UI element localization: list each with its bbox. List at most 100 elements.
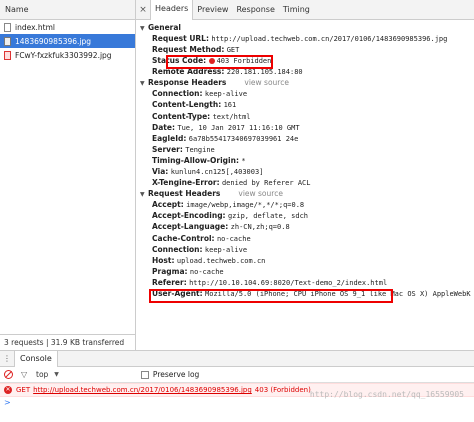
- expand-triangle-icon: ▼: [140, 25, 145, 32]
- section-title: Request Headers: [148, 189, 221, 199]
- error-icon: ✕: [4, 386, 12, 394]
- header-key: Request Method:: [152, 45, 225, 55]
- header-key: Accept-Language:: [152, 222, 229, 232]
- header-value: 220.181.105.184:80: [226, 68, 303, 77]
- header-value: zh-CN,zh;q=0.8: [230, 223, 290, 232]
- request-headers-section-header[interactable]: ▼ Request Headers view source: [136, 188, 474, 199]
- general-section-header[interactable]: ▼ General: [136, 22, 474, 33]
- header-key: Accept-Encoding:: [152, 211, 226, 221]
- name-header-label: Name: [5, 5, 29, 14]
- referer-value: http://10.10.104.69:8020/Text-demo_2/ind…: [189, 278, 388, 287]
- tab-console[interactable]: Console: [14, 350, 58, 367]
- request-item-label: 1483690985396.jpg: [15, 36, 92, 46]
- header-key: EagleId:: [152, 133, 187, 143]
- header-row: Date: Tue, 10 Jan 2017 11:16:10 GMT: [136, 122, 474, 133]
- header-row: Connection: keep-alive: [136, 244, 474, 255]
- watermark: http://blog.csdn.net/qq_16559905: [309, 390, 464, 399]
- header-row: Via: kunlun4.cn125[,403003]: [136, 166, 474, 177]
- detail-tabs: × Headers Preview Response Timing: [136, 0, 474, 20]
- header-value: Tue, 10 Jan 2017 11:16:10 GMT: [177, 123, 300, 132]
- header-value: upload.techweb.com.cn: [176, 256, 266, 265]
- chevron-down-icon[interactable]: ▼: [54, 371, 59, 378]
- console-toolbar: ▽ top ▼ Preserve log: [0, 367, 474, 383]
- response-headers-section-header[interactable]: ▼ Response Headers view source: [136, 77, 474, 88]
- header-row: Server: Tengine: [136, 144, 474, 155]
- header-row: Request URL: http://upload.techweb.com.c…: [136, 33, 474, 44]
- header-row: Pragma: no-cache: [136, 266, 474, 277]
- section-title: Response Headers: [148, 78, 227, 88]
- console-tabbar: ⋮ Console: [0, 350, 474, 367]
- header-row: Cache-Control: no-cache: [136, 233, 474, 244]
- header-row: Host: upload.techweb.com.cn: [136, 255, 474, 266]
- request-item-label: index.html: [15, 22, 55, 32]
- expand-triangle-icon: ▼: [140, 80, 145, 88]
- header-value: http://upload.techweb.com.cn/2017/0106/1…: [211, 35, 448, 43]
- section-title: General: [148, 23, 181, 32]
- name-column-header[interactable]: Name: [0, 0, 135, 20]
- image-file-icon: [4, 50, 11, 60]
- header-row: Accept-Encoding: gzip, deflate, sdch: [136, 210, 474, 221]
- referer-highlight: [149, 289, 393, 303]
- close-icon[interactable]: ×: [136, 5, 150, 15]
- header-row: EagleId: 6a78b55417340697039961 24e: [136, 133, 474, 144]
- error-method: GET: [16, 386, 31, 394]
- tab-response[interactable]: Response: [232, 0, 278, 20]
- request-item[interactable]: FCwY-fxzkfuk3303992.jpg: [0, 48, 135, 62]
- header-row: Timing-Allow-Origin: *: [136, 155, 474, 166]
- preserve-log-label: Preserve log: [152, 370, 200, 379]
- clear-console-icon[interactable]: [4, 370, 13, 379]
- error-url-link[interactable]: http://upload.techweb.com.cn/2017/0106/1…: [33, 386, 252, 394]
- header-key: Content-Length:: [152, 100, 222, 110]
- header-value: keep-alive: [204, 90, 248, 99]
- console-drawer: ⋮ Console ▽ top ▼ Preserve log ✕ GET htt…: [0, 350, 474, 422]
- header-row: Connection: keep-alive: [136, 88, 474, 99]
- drawer-menu-icon[interactable]: ⋮: [0, 354, 14, 363]
- header-value: 161: [223, 101, 237, 110]
- header-key: Connection:: [152, 89, 203, 99]
- header-row: Referer: http://10.10.104.69:8020/Text-d…: [136, 277, 474, 288]
- header-key: Date:: [152, 122, 175, 132]
- header-row: Content-Type: text/html: [136, 111, 474, 122]
- tab-preview[interactable]: Preview: [193, 0, 232, 20]
- request-item-label: FCwY-fxzkfuk3303992.jpg: [15, 50, 112, 60]
- tab-timing[interactable]: Timing: [279, 0, 314, 20]
- header-key: Content-Type:: [152, 111, 211, 121]
- header-value: 6a78b55417340697039961 24e: [188, 134, 299, 143]
- view-source-link[interactable]: view source: [244, 78, 289, 87]
- preserve-log-checkbox[interactable]: [140, 370, 149, 379]
- network-summary-text: 3 requests | 31.9 KB transferred: [4, 338, 125, 347]
- header-key: Accept:: [152, 200, 184, 210]
- request-item[interactable]: index.html: [0, 20, 135, 34]
- header-value: GET: [226, 46, 240, 55]
- image-file-icon: [4, 36, 11, 46]
- context-selector[interactable]: top: [36, 370, 48, 379]
- header-value: text/html: [212, 112, 251, 121]
- header-key: Pragma:: [152, 266, 188, 276]
- header-key: Request URL:: [152, 34, 209, 43]
- header-row: X-Tengine-Error: denied by Referer ACL: [136, 177, 474, 188]
- filter-icon[interactable]: ▽: [21, 370, 30, 379]
- network-request-list: Name index.html 1483690985396.jpg FCwY-f…: [0, 0, 136, 350]
- header-key: Via:: [152, 167, 169, 177]
- header-key: Server:: [152, 144, 183, 154]
- error-status: 403 (Forbidden): [254, 386, 311, 394]
- header-row: Accept-Language: zh-CN,zh;q=0.8: [136, 221, 474, 232]
- html-file-icon: [4, 22, 11, 32]
- status-code-highlight: [166, 55, 273, 69]
- tab-headers[interactable]: Headers: [150, 0, 194, 20]
- header-value: denied by Referer ACL: [221, 179, 311, 188]
- view-source-link[interactable]: view source: [238, 189, 283, 198]
- header-key: X-Tengine-Error:: [152, 178, 220, 188]
- header-row: Content-Length: 161: [136, 99, 474, 110]
- header-value: no-cache: [216, 234, 251, 243]
- header-key: Connection:: [152, 244, 203, 254]
- header-row: Request Method: GET: [136, 44, 474, 55]
- request-item-selected[interactable]: 1483690985396.jpg: [0, 34, 135, 48]
- header-value: image/webp,image/*,*/*;q=0.8: [186, 201, 305, 210]
- header-key: Timing-Allow-Origin:: [152, 155, 239, 165]
- header-key: Host:: [152, 255, 175, 265]
- network-summary: 3 requests | 31.9 KB transferred: [0, 334, 135, 350]
- header-row: Accept: image/webp,image/*,*/*;q=0.8: [136, 199, 474, 210]
- header-value: gzip, deflate, sdch: [227, 212, 309, 221]
- header-value: kunlun4.cn125[,403003]: [170, 168, 264, 177]
